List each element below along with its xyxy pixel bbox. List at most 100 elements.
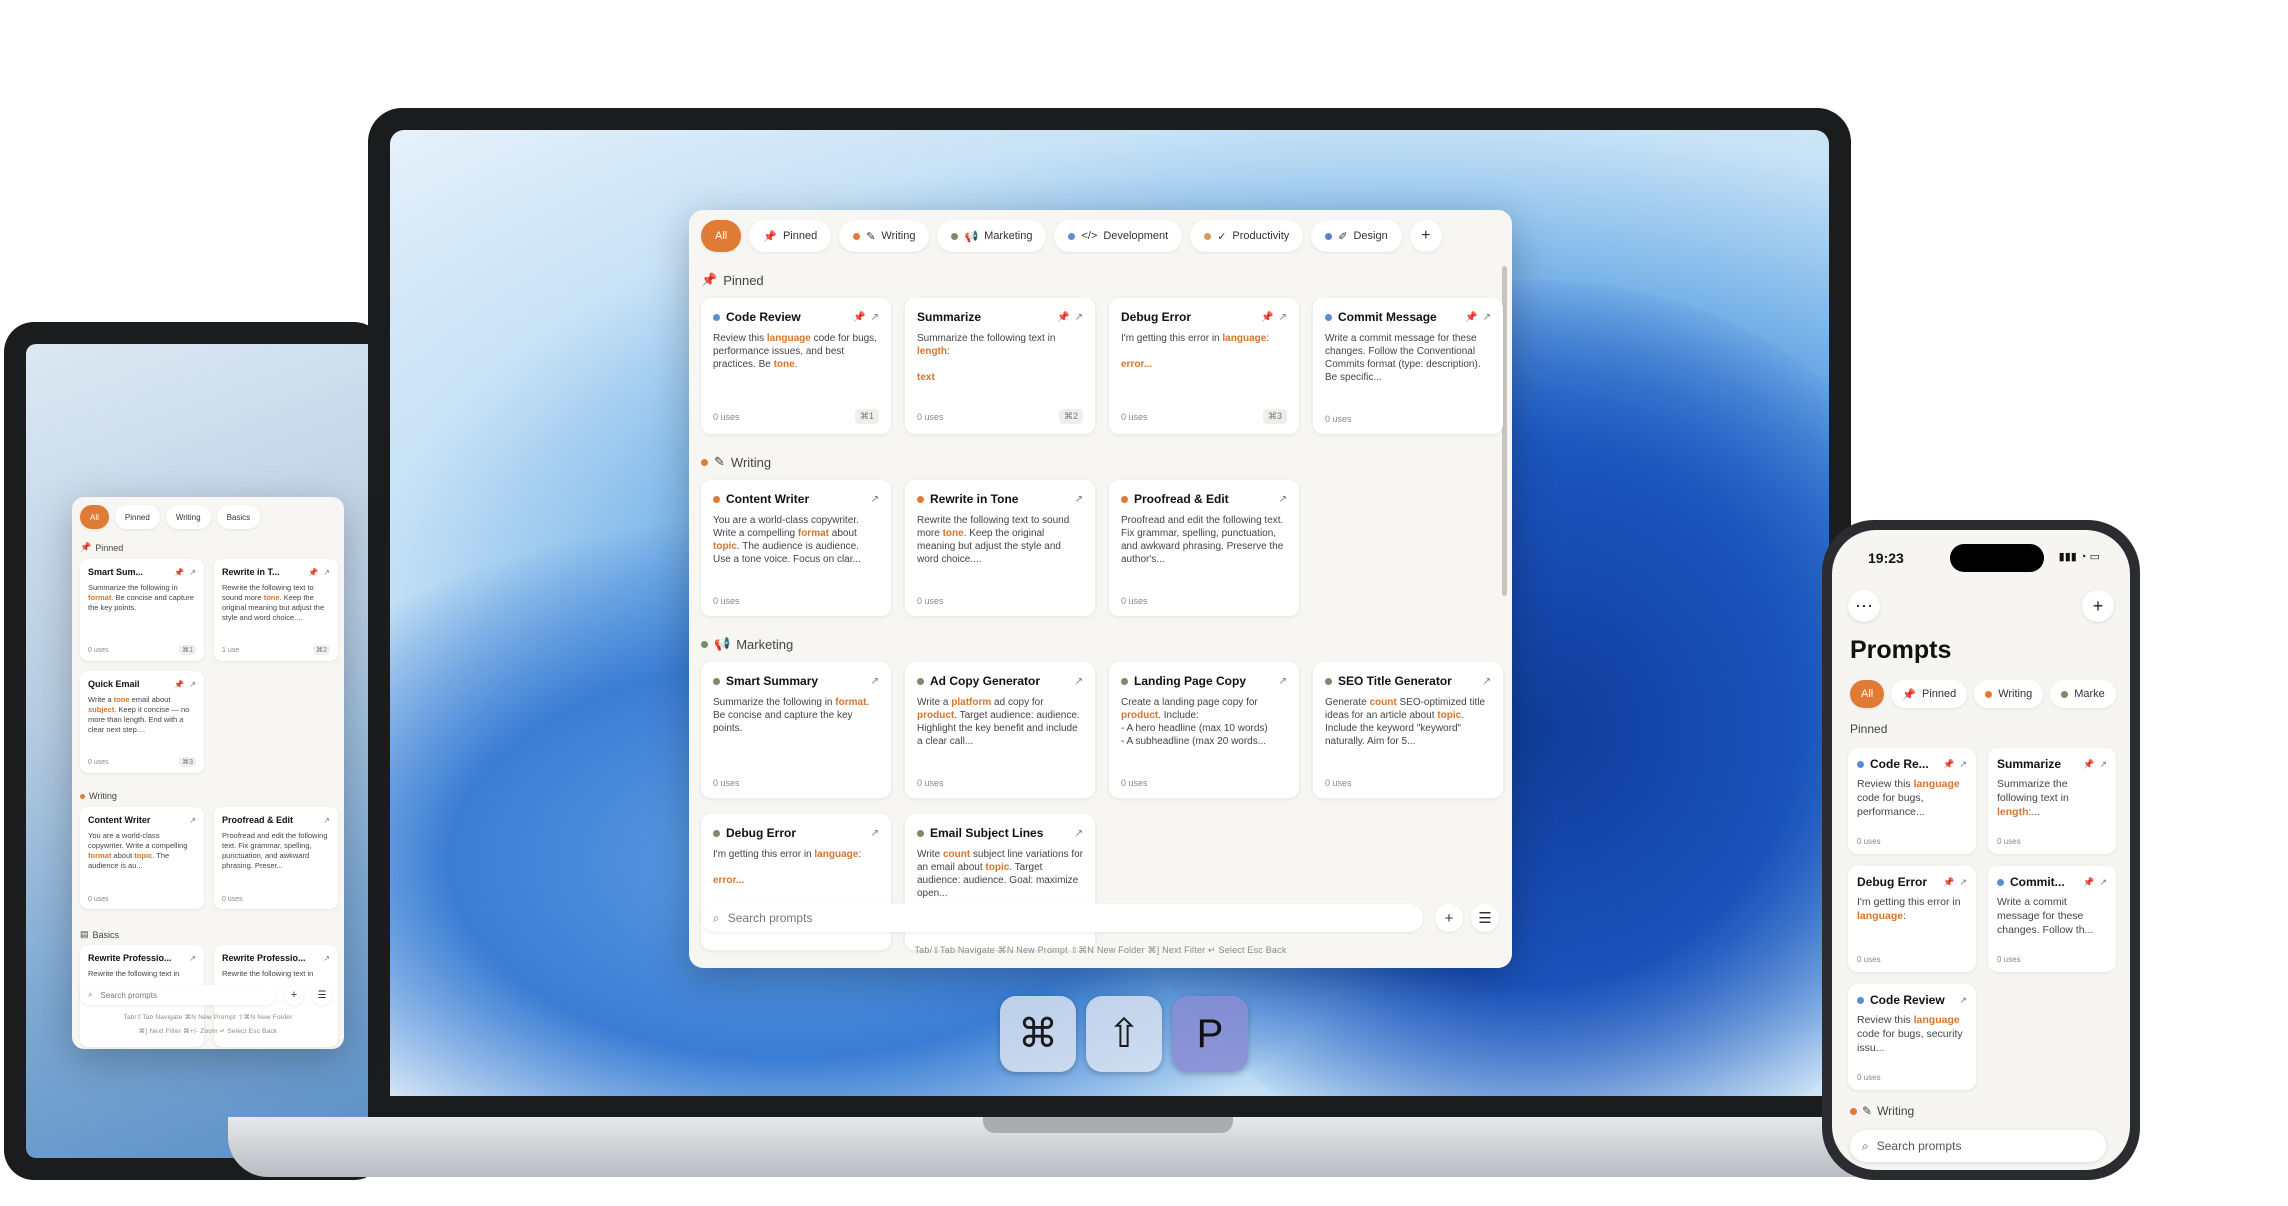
section-title-marketing: Marketing [736, 636, 794, 652]
prompt-card[interactable]: SEO Title Generator ↗ Generate count SEO-o… [1313, 662, 1503, 798]
tab-marketing[interactable]: 📢 Marketing [937, 220, 1047, 252]
open-arrow-icon[interactable]: ↗ [871, 676, 879, 687]
pin-icon[interactable]: 📌 [1057, 312, 1069, 323]
tab-basics[interactable]: Basics [216, 505, 261, 529]
tab-writing[interactable]: Writing [1974, 680, 2044, 708]
prompt-card[interactable]: Code Review ↗ Review this language code fo… [1848, 984, 1976, 1090]
open-arrow-icon[interactable]: ↗ [323, 954, 330, 963]
prompt-card[interactable]: Content Writer ↗ You are a world-class cop… [701, 480, 891, 616]
tab-pinned[interactable]: 📌 Pinned [1891, 680, 1968, 708]
prompt-card[interactable]: Debug Error 📌 ↗ I'm getting this error in l… [1848, 866, 1976, 972]
tab-pinned[interactable]: 📌 Pinned [749, 220, 832, 252]
tablet-search-input[interactable]: ⌕ Search prompts [80, 985, 276, 1005]
template-variable: product [1121, 710, 1159, 721]
open-arrow-icon[interactable]: ↗ [1483, 312, 1491, 323]
pin-icon[interactable]: 📌 [174, 680, 184, 689]
prompt-card[interactable]: Commit... 📌 ↗ Write a commit message for th… [1988, 866, 2116, 972]
card-actions: 📌 ↗ [308, 568, 330, 577]
open-arrow-icon[interactable]: ↗ [1279, 494, 1287, 505]
tab-writing[interactable]: ✎ Writing [839, 220, 930, 252]
category-dot [713, 677, 720, 685]
open-arrow-icon[interactable]: ↗ [189, 680, 196, 689]
open-arrow-icon[interactable]: ↗ [871, 828, 879, 839]
prompt-card[interactable]: Debug Error 📌 ↗ I'm getting this error in l… [1109, 298, 1299, 434]
tab-productivity[interactable]: ✓ Productivity [1190, 220, 1304, 252]
card-title: Quick Email [88, 679, 140, 689]
open-arrow-icon[interactable]: ↗ [189, 568, 196, 577]
card-body: Review this language code for bugs, perf… [713, 332, 879, 384]
open-arrow-icon[interactable]: ↗ [2099, 877, 2107, 888]
prompt-card[interactable]: Content Writer ↗ You are a world-class cop… [80, 807, 204, 909]
card-footer: 0 uses [713, 778, 879, 788]
open-arrow-icon[interactable]: ↗ [1959, 995, 1967, 1006]
card-footer: 0 uses [1325, 414, 1491, 424]
tab-all[interactable]: All [701, 220, 742, 252]
pin-icon[interactable]: 📌 [308, 568, 318, 577]
open-arrow-icon[interactable]: ↗ [871, 494, 879, 505]
prompt-card[interactable]: Summarize 📌 ↗ Summarize the following text … [905, 298, 1095, 434]
prompt-card[interactable]: Summarize 📌 ↗ Summarize the following text … [1988, 748, 2116, 854]
pin-icon[interactable]: 📌 [1465, 312, 1477, 323]
add-prompt-button[interactable]: + [1435, 904, 1463, 932]
open-arrow-icon[interactable]: ↗ [323, 816, 330, 825]
add-filter-button[interactable]: + [1409, 220, 1442, 252]
tab-all[interactable]: All [80, 505, 109, 529]
prompt-card[interactable]: Code Re... 📌 ↗ Review this language code fo… [1848, 748, 1976, 854]
prompt-card[interactable]: Proofread & Edit ↗ Proofread and edit the … [214, 807, 338, 909]
pin-icon[interactable]: 📌 [1943, 759, 1954, 770]
open-arrow-icon[interactable]: ↗ [2099, 759, 2107, 770]
prompt-card[interactable]: Smart Summary ↗ Summarize the following in… [701, 662, 891, 798]
prompt-card[interactable]: Commit Message 📌 ↗ Write a commit message f… [1313, 298, 1503, 434]
prompt-card[interactable]: Rewrite in T... 📌 ↗ Rewrite the following t… [214, 559, 338, 661]
tab-writing[interactable]: Writing [165, 505, 211, 529]
open-arrow-icon[interactable]: ↗ [189, 954, 196, 963]
marketing-dot [701, 640, 708, 648]
pin-icon[interactable]: 📌 [2083, 877, 2094, 888]
pin-icon[interactable]: 📌 [174, 568, 184, 577]
more-button[interactable]: ⋯ [1848, 590, 1880, 622]
pin-icon[interactable]: 📌 [1943, 877, 1954, 888]
card-header: Rewrite in Tone ↗ [917, 492, 1083, 506]
pin-icon[interactable]: 📌 [1261, 312, 1273, 323]
prompt-card[interactable]: Quick Email 📌 ↗ Write a tone email about su… [80, 671, 204, 773]
open-arrow-icon[interactable]: ↗ [1959, 877, 1967, 888]
tab-development[interactable]: </> Development [1054, 220, 1183, 252]
search-input[interactable]: ⌕ Search prompts [701, 904, 1423, 932]
prompt-card[interactable]: Ad Copy Generator ↗ Write a platform ad co… [905, 662, 1095, 798]
pin-icon[interactable]: 📌 [853, 312, 865, 323]
template-variable: length [917, 346, 947, 357]
prompt-card[interactable]: Proofread & Edit ↗ Proofread and edit the … [1109, 480, 1299, 616]
open-arrow-icon[interactable]: ↗ [323, 568, 330, 577]
open-arrow-icon[interactable]: ↗ [1075, 312, 1083, 323]
filter-settings-button[interactable]: ☰ [1471, 904, 1499, 932]
tab-pinned[interactable]: Pinned [114, 505, 160, 529]
open-arrow-icon[interactable]: ↗ [189, 816, 196, 825]
tablet-add-button[interactable]: + [284, 985, 304, 1005]
tablet-filter-button[interactable]: ☰ [312, 985, 332, 1005]
open-arrow-icon[interactable]: ↗ [1483, 676, 1491, 687]
card-actions: ↗ [323, 816, 330, 825]
card-title: Smart Summary [726, 674, 819, 688]
prompt-card[interactable]: Rewrite in Tone ↗ Rewrite the following te… [905, 480, 1095, 616]
pen-icon: ✎ [1862, 1104, 1873, 1118]
tab-all[interactable]: All [1850, 680, 1885, 708]
prompt-card[interactable]: Code Review 📌 ↗ Review this language code f… [701, 298, 891, 434]
prompt-card[interactable]: Landing Page Copy ↗ Create a landing page … [1109, 662, 1299, 798]
open-arrow-icon[interactable]: ↗ [1075, 828, 1083, 839]
pin-icon[interactable]: 📌 [2083, 759, 2094, 770]
card-actions: 📌 ↗ [174, 568, 196, 577]
card-actions: 📌 ↗ [2083, 759, 2107, 770]
open-arrow-icon[interactable]: ↗ [1279, 312, 1287, 323]
card-header: Summarize 📌 ↗ [1997, 757, 2107, 771]
card-actions: ↗ [1483, 676, 1491, 687]
open-arrow-icon[interactable]: ↗ [1075, 494, 1083, 505]
prompt-card[interactable]: Smart Sum... 📌 ↗ Summarize the following in… [80, 559, 204, 661]
open-arrow-icon[interactable]: ↗ [1075, 676, 1083, 687]
add-prompt-button[interactable]: + [2082, 590, 2114, 622]
open-arrow-icon[interactable]: ↗ [1279, 676, 1287, 687]
phone-search-input[interactable]: ⌕ Search prompts [1850, 1130, 2106, 1162]
open-arrow-icon[interactable]: ↗ [871, 312, 879, 323]
open-arrow-icon[interactable]: ↗ [1959, 759, 1967, 770]
tab-marke[interactable]: Marke [2050, 680, 2116, 708]
tab-design[interactable]: ✐ Design [1311, 220, 1402, 252]
